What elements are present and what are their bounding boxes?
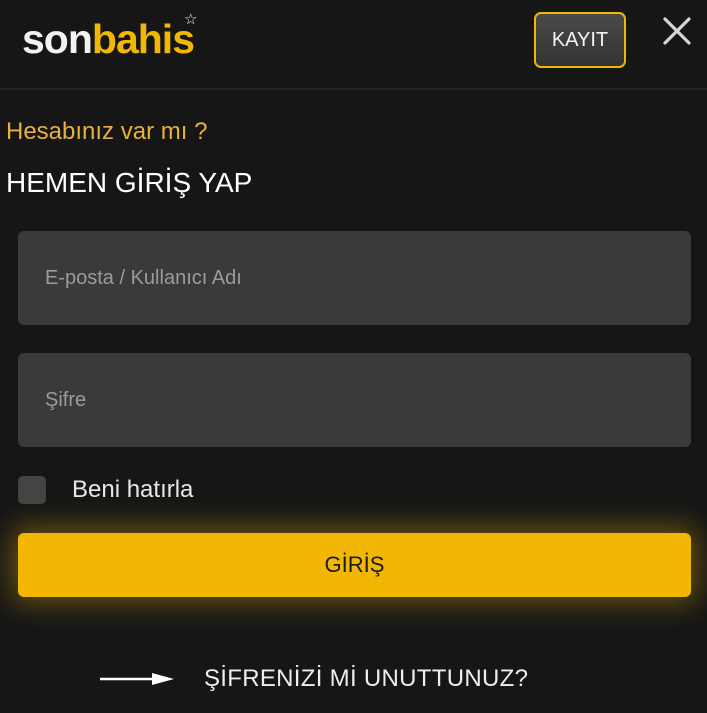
remember-me-toggle[interactable]: Beni hatırla bbox=[18, 475, 193, 505]
login-modal: sonbahis ☆ KAYIT Hesabınız var mı ? HEME… bbox=[0, 0, 707, 713]
close-button[interactable] bbox=[660, 14, 694, 48]
arrow-right-icon bbox=[100, 673, 174, 685]
forgot-password-link[interactable]: ŞİFRENİZİ Mİ UNUTTUNUZ? bbox=[100, 662, 528, 696]
logo: sonbahis ☆ bbox=[22, 11, 198, 64]
logo-text-bahis: bahis bbox=[91, 16, 195, 62]
login-button[interactable]: GİRİŞ bbox=[18, 533, 691, 597]
remember-me-label: Beni hatırla bbox=[72, 476, 194, 503]
account-question: Hesabınız var mı ? bbox=[6, 118, 208, 145]
star-icon: ☆ bbox=[184, 11, 198, 28]
register-button[interactable]: KAYIT bbox=[534, 12, 626, 68]
forgot-password-label: ŞİFRENİZİ Mİ UNUTTUNUZ? bbox=[204, 665, 529, 692]
email-field[interactable] bbox=[18, 231, 691, 325]
page-title: HEMEN GİRİŞ YAP bbox=[6, 167, 253, 198]
logo-text-son: son bbox=[22, 16, 93, 62]
header: sonbahis ☆ KAYIT bbox=[0, 0, 707, 90]
close-icon bbox=[663, 17, 691, 45]
remember-me-checkbox[interactable] bbox=[18, 476, 46, 504]
password-field[interactable] bbox=[18, 353, 691, 447]
